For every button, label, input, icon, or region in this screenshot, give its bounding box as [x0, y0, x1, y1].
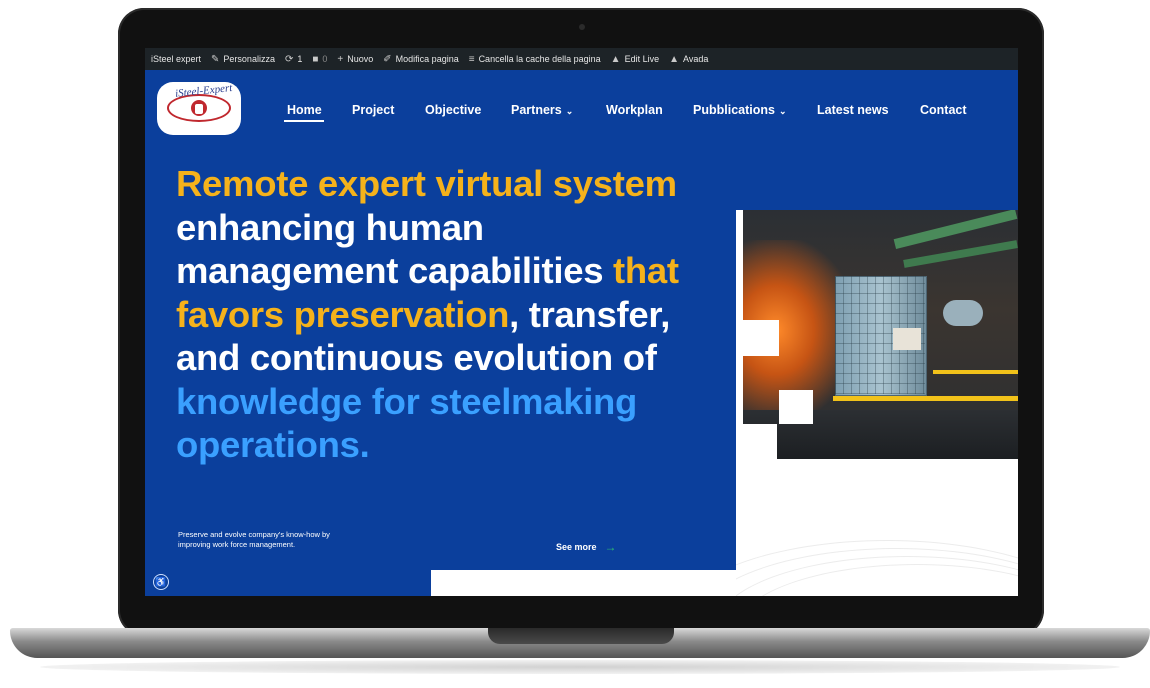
- headline-line-6: knowledge for steelmaking: [176, 380, 638, 422]
- photo-duct: [943, 300, 983, 326]
- photo-yellow-rail: [833, 396, 1018, 401]
- site-logo[interactable]: iSteel-Expert: [157, 82, 241, 135]
- hero-subtext: Preserve and evolve company's know-how b…: [178, 530, 330, 549]
- updates-count: 1: [297, 54, 303, 64]
- site-name-label: iSteel expert: [151, 54, 202, 64]
- laptop-shadow: [40, 660, 1120, 674]
- edit-page-label: Modifica pagina: [395, 54, 459, 64]
- nav-objective-label: Objective: [425, 103, 482, 117]
- admin-clear-cache[interactable]: ≡ Cancella la cache della pagina: [469, 54, 601, 65]
- nav-contact-label: Contact: [920, 103, 967, 117]
- photo-label-plate: [893, 328, 921, 350]
- admin-comments[interactable]: ■ 0: [312, 54, 327, 65]
- nav-project[interactable]: Project: [352, 103, 394, 117]
- avada-label: Avada: [683, 54, 709, 64]
- chevron-down-icon: ⌄: [778, 106, 787, 116]
- arrow-right-icon: →: [604, 540, 617, 554]
- nav-partners-label: Partners: [511, 103, 562, 117]
- headline-line-7: operations.: [176, 424, 370, 465]
- see-more-link[interactable]: See more →: [556, 540, 617, 554]
- admin-site-name[interactable]: iSteel expert: [151, 54, 201, 64]
- nav-contact[interactable]: Contact: [920, 103, 967, 117]
- steelmaking-photo: [743, 210, 1018, 459]
- avada-icon: ▲: [610, 53, 621, 65]
- plus-icon: +: [337, 53, 344, 65]
- avada-icon: ▲: [669, 53, 679, 65]
- browser-screen: iSteel expert ✎ Personalizza ⟳ 1 ■ 0 + Nuovo…: [145, 48, 1018, 596]
- chevron-down-icon: ⌄: [565, 106, 574, 116]
- hero-section: iSteel-Expert Home Project Objective Par…: [145, 70, 1018, 596]
- edit-live-label: Edit Live: [624, 54, 660, 64]
- new-label: Nuovo: [347, 54, 374, 64]
- nav-home-label: Home: [287, 103, 322, 117]
- nav-active-underline: [284, 120, 324, 122]
- admin-edit-page[interactable]: ✐ Modifica pagina: [383, 54, 458, 65]
- nav-workplan-label: Workplan: [606, 103, 663, 117]
- photo-notch: [779, 390, 813, 424]
- personalize-label: Personalizza: [223, 54, 275, 64]
- headline-line-4: favors preservation, transfer,: [176, 293, 756, 337]
- webcam: [579, 24, 585, 30]
- hero-headline: Remote expert virtual system enhancing h…: [176, 162, 756, 467]
- refresh-icon: ⟳: [284, 53, 294, 65]
- comments-count: 0: [322, 54, 328, 64]
- decorative-arcs: [736, 510, 1018, 596]
- admin-avada[interactable]: ▲ Avada: [669, 54, 708, 65]
- admin-updates[interactable]: ⟳ 1: [285, 54, 302, 65]
- nav-pubblications-label: Pubblications: [693, 103, 775, 117]
- nav-workplan[interactable]: Workplan: [606, 103, 663, 117]
- admin-personalize[interactable]: ✎ Personalizza: [211, 54, 275, 65]
- admin-new[interactable]: + Nuovo: [337, 54, 373, 65]
- database-icon: ≡: [468, 53, 475, 65]
- headline-line-3-white: management capabilities: [176, 250, 614, 291]
- admin-edit-live[interactable]: ▲ Edit Live: [611, 54, 659, 65]
- brush-icon: ✎: [211, 53, 220, 65]
- nav-partners[interactable]: Partners ⌄: [511, 103, 573, 117]
- see-more-label: See more: [556, 542, 597, 552]
- headline-line-4-white: , transfer,: [509, 293, 671, 335]
- nav-latest-news-label: Latest news: [817, 103, 889, 117]
- wp-admin-bar: iSteel expert ✎ Personalizza ⟳ 1 ■ 0 + Nuovo…: [145, 48, 1018, 70]
- headline-line-4-yellow: favors preservation: [176, 293, 510, 335]
- pencil-icon: ✐: [383, 53, 392, 65]
- photo-yellow-rail: [933, 370, 1018, 374]
- laptop-hinge-notch: [488, 628, 674, 644]
- nav-home[interactable]: Home: [287, 103, 322, 117]
- comment-icon: ■: [312, 53, 319, 65]
- nav-latest-news[interactable]: Latest news: [817, 103, 889, 117]
- headline-line-3: management capabilities that: [176, 249, 756, 293]
- nav-pubblications[interactable]: Pubblications ⌄: [693, 103, 787, 117]
- headline-line-1: Remote expert virtual system: [176, 163, 677, 204]
- nav-project-label: Project: [352, 103, 395, 117]
- logo-pupil: [195, 104, 203, 114]
- clear-cache-label: Cancella la cache della pagina: [478, 54, 601, 64]
- headline-line-2: enhancing human: [176, 206, 484, 248]
- headline-line-3-yellow: that: [613, 250, 679, 291]
- headline-line-5: and continuous evolution of: [176, 337, 657, 378]
- nav-objective[interactable]: Objective: [425, 103, 481, 117]
- accessibility-icon[interactable]: ♿: [153, 574, 169, 590]
